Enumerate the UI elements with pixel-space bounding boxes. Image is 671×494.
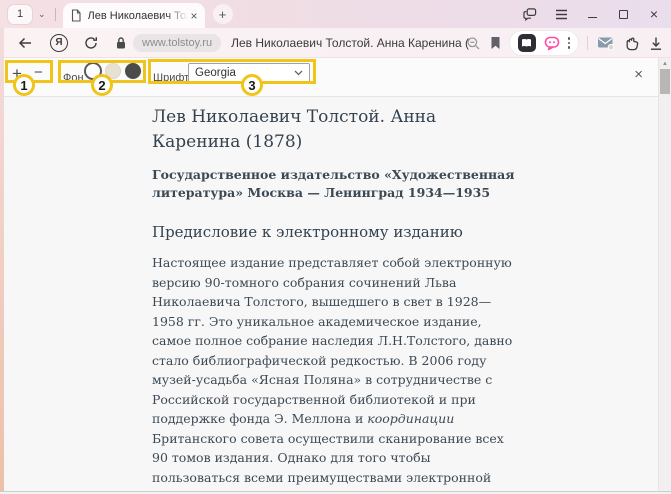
scroll-up-icon[interactable]: ▲	[659, 61, 671, 67]
background-dark-swatch[interactable]	[125, 63, 141, 79]
window-controls: ×	[523, 0, 661, 28]
reload-icon[interactable]	[81, 36, 101, 50]
tabbar-divider	[55, 8, 56, 21]
close-reader-button[interactable]: ×	[634, 66, 643, 83]
reader-mode-icon[interactable]	[518, 34, 536, 52]
chevron-down-icon	[294, 70, 303, 76]
section-heading: Предисловие к электронному изданию	[152, 223, 516, 241]
window-left-edge	[0, 28, 4, 494]
reader-content: Лев Николаевич Толстой. Анна Каренина (1…	[0, 97, 671, 494]
annotation-badge-2: 2	[91, 74, 113, 96]
hand-gesture-icon[interactable]	[624, 36, 640, 51]
chat-icon[interactable]	[523, 7, 537, 21]
yandex-icon[interactable]: Я	[50, 34, 68, 52]
zoom-icon[interactable]	[466, 36, 481, 51]
font-select-value: Georgia	[195, 67, 236, 79]
article-subtitle: Государственное издательство «Художестве…	[152, 166, 516, 202]
new-tab-button[interactable]: +	[213, 4, 233, 24]
article-title: Лев Николаевич Толстой. Анна Каренина (1…	[152, 105, 516, 155]
active-tab[interactable]: Лев Николаевич Толст ×	[63, 3, 205, 28]
alice-icon[interactable]	[544, 36, 560, 51]
article-paragraph: Настоящее издание представляет собой эле…	[152, 253, 516, 494]
background-label: Фон	[63, 72, 84, 84]
url-field[interactable]: www.tolstoy.ru	[133, 34, 221, 52]
download-icon[interactable]	[649, 36, 663, 51]
maximize-button[interactable]	[616, 7, 630, 21]
reader-toolbar: + − Фон Шрифт Georgia × 1 2 3	[0, 58, 671, 97]
document-icon	[70, 9, 82, 22]
close-window-button[interactable]: ×	[647, 7, 661, 21]
kebab-icon[interactable]	[568, 37, 571, 49]
scrollbar[interactable]: ▲	[658, 58, 671, 494]
chevron-down-icon[interactable]: ⌄	[38, 9, 46, 20]
font-decrease-button[interactable]: −	[34, 64, 43, 81]
minimize-button[interactable]	[585, 7, 599, 21]
lock-icon[interactable]	[113, 36, 129, 50]
paragraph-italic-text: координации	[367, 411, 454, 426]
font-label: Шрифт	[153, 72, 189, 84]
address-page-title: Лев Николаевич Толстой. Анна Каренина (.…	[231, 36, 476, 50]
tab-title: Лев Николаевич Толст	[88, 9, 188, 23]
address-divider	[587, 36, 588, 50]
address-bar-actions	[466, 28, 664, 58]
bookmark-icon[interactable]	[490, 36, 501, 50]
close-tab-icon[interactable]: ×	[191, 10, 198, 22]
paragraph-text: Британского совета осуществили сканирова…	[152, 431, 512, 494]
mail-icon[interactable]	[597, 35, 615, 51]
menu-icon[interactable]	[554, 7, 568, 21]
annotation-badge-1: 1	[13, 74, 35, 96]
address-bar: Я www.tolstoy.ru Лев Николаевич Толстой.…	[0, 28, 671, 58]
extensions-pill	[510, 31, 579, 55]
browser-window: 1 ⌄ Лев Николаевич Толст × +	[0, 0, 671, 494]
annotation-badge-3: 3	[241, 74, 263, 96]
scrollbar-thumb[interactable]	[660, 69, 670, 94]
paragraph-text: Настоящее издание представляет собой эле…	[152, 255, 512, 426]
tab-counter-button[interactable]: 1	[8, 5, 32, 24]
back-icon[interactable]	[14, 36, 36, 50]
tab-bar: 1 ⌄ Лев Николаевич Толст × +	[0, 0, 671, 28]
